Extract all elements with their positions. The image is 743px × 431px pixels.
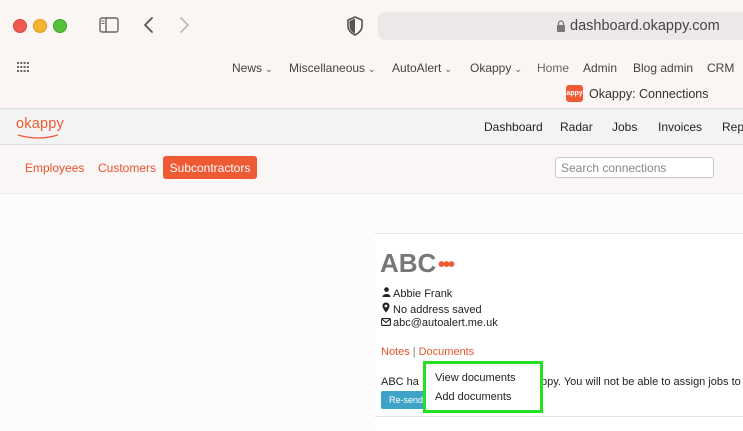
invite-notice-end: ppy. You will not be able to assign jobs… bbox=[541, 376, 743, 388]
url-text: dashboard.okappy.com bbox=[570, 18, 720, 34]
bookmark-news[interactable]: News ⌄ bbox=[232, 61, 273, 75]
bookmark-miscellaneous[interactable]: Miscellaneous ⌄ bbox=[289, 61, 376, 75]
bookmark-autoalert[interactable]: AutoAlert ⌄ bbox=[392, 61, 452, 75]
bookmark-admin[interactable]: Admin bbox=[583, 61, 617, 75]
invite-notice-start: ABC ha bbox=[381, 376, 419, 388]
lock-icon bbox=[557, 20, 565, 32]
minimize-window-button[interactable] bbox=[33, 19, 47, 33]
bookmarks-bar: News ⌄ Miscellaneous ⌄ AutoAlert ⌄ Okappy ⌄ … bbox=[0, 52, 743, 109]
sidebar-toggle-icon[interactable] bbox=[99, 17, 119, 33]
bookmark-okappy[interactable]: Okappy ⌄ bbox=[470, 61, 522, 75]
nav-jobs[interactable]: Jobs bbox=[612, 120, 637, 134]
email-text[interactable]: abc@autoalert.me.uk bbox=[393, 317, 498, 329]
apps-grid-icon[interactable] bbox=[17, 62, 29, 72]
link-separator: | bbox=[412, 346, 416, 358]
search-connections-input[interactable] bbox=[555, 157, 714, 178]
company-name: ABC bbox=[380, 248, 437, 278]
documents-link[interactable]: Documents bbox=[419, 346, 475, 358]
bookmark-home[interactable]: Home bbox=[537, 61, 569, 75]
chevron-down-icon: ⌄ bbox=[368, 64, 376, 74]
tab-customers[interactable]: Customers bbox=[98, 161, 156, 175]
nav-invoices[interactable]: Invoices bbox=[658, 120, 702, 134]
nav-reports[interactable]: Repo bbox=[722, 120, 743, 134]
add-documents-item[interactable]: Add documents bbox=[435, 391, 511, 403]
bookmark-label: News bbox=[232, 61, 263, 75]
chevron-down-icon: ⌄ bbox=[444, 64, 452, 74]
connection-links: Notes | Documents bbox=[381, 346, 474, 358]
contact-row: Abbie Frank bbox=[381, 287, 452, 300]
bookmark-label: Okappy bbox=[470, 61, 512, 75]
forward-arrow-icon[interactable] bbox=[174, 14, 194, 36]
documents-dropdown-menu: View documents Add documents bbox=[423, 361, 543, 413]
tab-title[interactable]: Okappy: Connections bbox=[589, 87, 709, 101]
app-header: okappy Dashboard Radar Jobs Invoices Rep… bbox=[0, 109, 743, 145]
address-row: No address saved bbox=[381, 302, 482, 316]
address-bar[interactable]: dashboard.okappy.com bbox=[378, 12, 743, 40]
email-row: abc@autoalert.me.uk bbox=[381, 317, 498, 329]
zoom-window-button[interactable] bbox=[53, 19, 67, 33]
browser-titlebar: dashboard.okappy.com bbox=[0, 0, 743, 52]
logo-smile-icon bbox=[17, 134, 59, 139]
more-options-icon[interactable]: ••• bbox=[438, 254, 455, 277]
bookmark-crm[interactable]: CRM bbox=[707, 61, 734, 75]
nav-radar[interactable]: Radar bbox=[560, 120, 593, 134]
map-marker-icon bbox=[381, 302, 391, 316]
nav-dashboard[interactable]: Dashboard bbox=[484, 120, 543, 134]
close-window-button[interactable] bbox=[13, 19, 27, 33]
back-arrow-icon[interactable] bbox=[139, 14, 159, 36]
bookmark-label: AutoAlert bbox=[392, 61, 442, 75]
okappy-logo[interactable]: okappy bbox=[16, 116, 64, 132]
tab-favicon: appy bbox=[566, 85, 583, 102]
tab-subcontractors[interactable]: Subcontractors bbox=[163, 156, 257, 179]
bookmark-blog-admin[interactable]: Blog admin bbox=[633, 61, 693, 75]
bookmark-label: Miscellaneous bbox=[289, 61, 366, 75]
chevron-down-icon: ⌄ bbox=[265, 64, 273, 74]
envelope-icon bbox=[381, 317, 391, 329]
divider bbox=[375, 416, 743, 417]
connections-subnav: Employees Customers Subcontractors bbox=[0, 145, 743, 194]
notes-link[interactable]: Notes bbox=[381, 346, 410, 358]
person-icon bbox=[381, 287, 391, 300]
privacy-shield-icon[interactable] bbox=[346, 16, 364, 36]
contact-name: Abbie Frank bbox=[393, 288, 453, 300]
address-text: No address saved bbox=[393, 304, 482, 316]
view-documents-item[interactable]: View documents bbox=[435, 372, 516, 384]
tab-employees[interactable]: Employees bbox=[25, 161, 84, 175]
chevron-down-icon: ⌄ bbox=[514, 64, 522, 74]
